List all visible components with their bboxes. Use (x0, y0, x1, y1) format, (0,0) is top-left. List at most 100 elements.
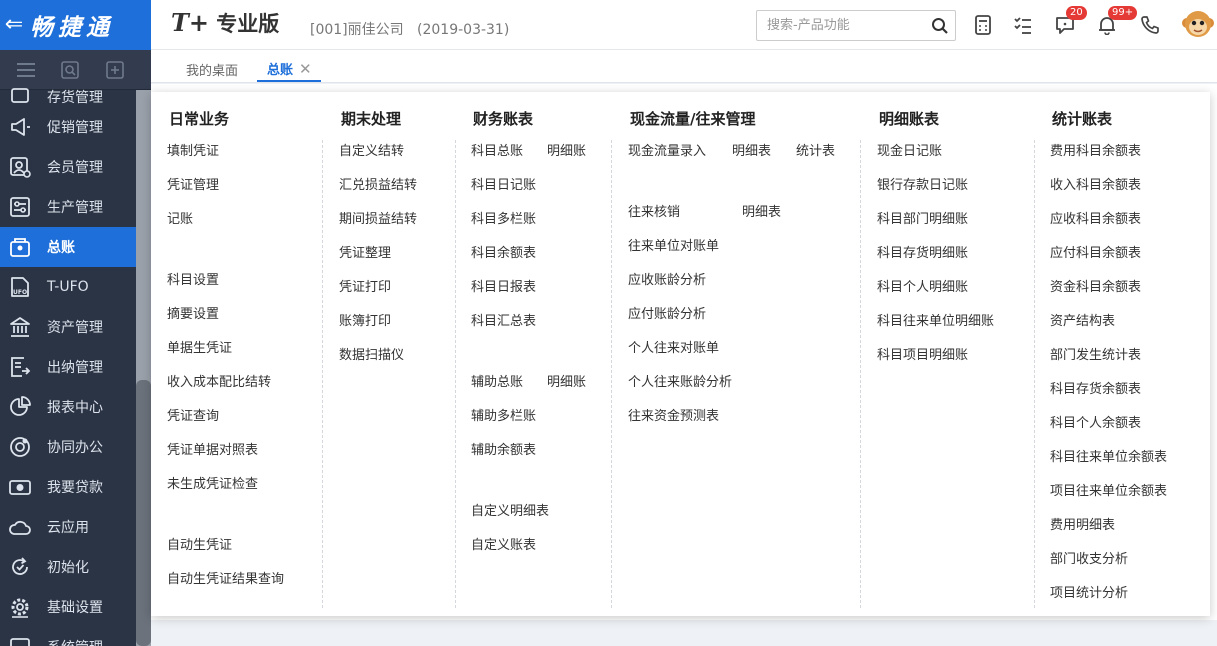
sidebar-item-member[interactable]: 会员管理 (0, 147, 136, 187)
sidebar-item-ledger[interactable]: 总账 (0, 227, 144, 267)
menu-item[interactable]: 费用明细表 (1050, 514, 1115, 533)
menu-item[interactable]: 应付科目余额表 (1050, 242, 1141, 261)
tab-my-desktop[interactable]: 我的桌面 (186, 60, 238, 79)
sidebar-item-system[interactable]: 系统管理 (0, 627, 136, 646)
menu-item[interactable]: 凭证整理 (339, 242, 391, 261)
menu-item[interactable]: 辅助总账 (471, 371, 523, 390)
menu-item[interactable]: 科目个人明细账 (877, 276, 968, 295)
settings-icon (8, 595, 32, 619)
menu-item[interactable]: 凭证管理 (167, 174, 219, 193)
menu-item[interactable]: 明细账 (547, 371, 586, 390)
menu-item[interactable]: 单据生凭证 (167, 337, 232, 356)
menu-item[interactable]: 部门收支分析 (1050, 548, 1128, 567)
menu-item[interactable]: 项目往来单位余额表 (1050, 480, 1167, 499)
sidebar-item-label: 存货管理 (47, 90, 103, 106)
menu-item[interactable]: 自定义账表 (471, 534, 536, 553)
search-input[interactable] (757, 11, 922, 40)
menu-item[interactable]: 科目汇总表 (471, 310, 536, 329)
menu-item[interactable]: 资金科目余额表 (1050, 276, 1141, 295)
phone-icon[interactable] (1139, 14, 1161, 36)
tab-general-ledger[interactable]: 总账 ✕ (257, 59, 321, 82)
menu-item[interactable]: 统计表 (796, 140, 835, 159)
menu-item[interactable]: 辅助余额表 (471, 439, 536, 458)
menu-item[interactable]: 科目个人余额表 (1050, 412, 1141, 431)
menu-item[interactable]: 科目设置 (167, 269, 219, 288)
menu-item[interactable]: 科目部门明细账 (877, 208, 968, 227)
menu-item[interactable]: 自动生凭证 (167, 534, 232, 553)
menu-item[interactable]: 凭证查询 (167, 405, 219, 424)
sidebar-item-cashier[interactable]: 出纳管理 (0, 347, 136, 387)
menu-item[interactable]: 应收科目余额表 (1050, 208, 1141, 227)
sidebar-item-report[interactable]: 报表中心 (0, 387, 136, 427)
menu-item[interactable]: 部门发生统计表 (1050, 344, 1141, 363)
menu-item[interactable]: 往来单位对账单 (628, 235, 719, 254)
search-icon[interactable] (931, 17, 949, 39)
menu-item[interactable]: 科目日记账 (471, 174, 536, 193)
message-icon[interactable]: 20 (1054, 6, 1087, 36)
user-avatar[interactable] (1181, 7, 1215, 41)
sidebar-item-loan[interactable]: 我要贷款 (0, 467, 136, 507)
menu-item[interactable]: 应付账龄分析 (628, 303, 706, 322)
menu-item[interactable]: 账簿打印 (339, 310, 391, 329)
menu-item[interactable]: 收入成本配比结转 (167, 371, 271, 390)
close-icon[interactable]: ✕ (299, 60, 312, 78)
menu-item[interactable]: 现金流量录入 (628, 140, 706, 159)
menu-item[interactable]: 数据扫描仪 (339, 344, 404, 363)
menu-item[interactable]: 辅助多栏账 (471, 405, 536, 424)
menu-item[interactable]: 自动生凭证结果查询 (167, 568, 284, 587)
menu-item[interactable]: 银行存款日记账 (877, 174, 968, 193)
menu-item[interactable]: 摘要设置 (167, 303, 219, 322)
menu-item[interactable]: 项目统计分析 (1050, 582, 1128, 601)
menu-item[interactable]: 现金日记账 (877, 140, 942, 159)
menu-item[interactable]: 汇兑损益结转 (339, 174, 417, 193)
sidebar-item-init[interactable]: 初始化 (0, 547, 136, 587)
menu-item[interactable]: 填制凭证 (167, 140, 219, 159)
menu-item[interactable]: 资产结构表 (1050, 310, 1115, 329)
menu-item[interactable]: 科目存货余额表 (1050, 378, 1141, 397)
sidebar-scrollbar[interactable] (136, 90, 151, 646)
sidebar-item-promotion[interactable]: 促销管理 (0, 107, 136, 147)
menu-item[interactable]: 科目总账 (471, 140, 523, 159)
menu-item[interactable]: 个人往来账龄分析 (628, 371, 732, 390)
menu-item[interactable]: 个人往来对账单 (628, 337, 719, 356)
menu-item[interactable]: 往来资金预测表 (628, 405, 719, 424)
notification-bell-icon[interactable]: 99+ (1096, 6, 1138, 36)
menu-item[interactable]: 科目余额表 (471, 242, 536, 261)
menu-item[interactable]: 科目存货明细账 (877, 242, 968, 261)
menu-item[interactable]: 明细表 (732, 140, 771, 159)
sidebar-scrollbar-thumb[interactable] (136, 380, 151, 646)
menu-item[interactable]: 科目往来单位余额表 (1050, 446, 1167, 465)
account-date: (2019-03-31) (417, 22, 510, 38)
add-menu-icon[interactable] (105, 60, 125, 80)
menu-item[interactable]: 自定义明细表 (471, 500, 549, 519)
menu-item[interactable]: 自定义结转 (339, 140, 404, 159)
menu-item[interactable]: 科目项目明细账 (877, 344, 968, 363)
menu-item[interactable]: 往来核销 (628, 201, 680, 220)
task-list-icon[interactable] (1012, 14, 1034, 36)
menu-item[interactable]: 凭证单据对照表 (167, 439, 258, 458)
menu-item[interactable]: 收入科目余额表 (1050, 174, 1141, 193)
sidebar-item-asset[interactable]: 资产管理 (0, 307, 136, 347)
menu-item[interactable]: 明细账 (547, 140, 586, 159)
sidebar-item-tufo[interactable]: UFO T-UFO (0, 267, 136, 307)
sidebar-item-cloud[interactable]: 云应用 (0, 507, 136, 547)
sidebar-item-settings[interactable]: 基础设置 (0, 587, 136, 627)
menu-item[interactable]: 明细表 (742, 201, 781, 220)
menu-item[interactable]: 科目多栏账 (471, 208, 536, 227)
calculator-icon[interactable] (972, 14, 994, 36)
menu-item[interactable]: 期间损益结转 (339, 208, 417, 227)
menu-item[interactable]: 科目日报表 (471, 276, 536, 295)
menu-item[interactable]: 凭证打印 (339, 276, 391, 295)
menu-item[interactable]: 费用科目余额表 (1050, 140, 1141, 159)
sidebar-item-production[interactable]: 生产管理 (0, 187, 136, 227)
menu-item[interactable]: 未生成凭证检查 (167, 473, 258, 492)
menu-icon[interactable] (16, 60, 36, 80)
menu-item[interactable]: 科目往来单位明细账 (877, 310, 994, 329)
search-menu-icon[interactable] (60, 60, 80, 80)
sidebar-item-inventory[interactable]: 存货管理 (0, 87, 136, 107)
sidebar-item-collab[interactable]: 协同办公 (0, 427, 136, 467)
menu-item[interactable]: 记账 (167, 208, 193, 227)
sidebar-item-label: 云应用 (47, 520, 89, 536)
menu-item[interactable]: 应收账龄分析 (628, 269, 706, 288)
back-arrow-icon[interactable]: ⇐ (2, 0, 26, 50)
